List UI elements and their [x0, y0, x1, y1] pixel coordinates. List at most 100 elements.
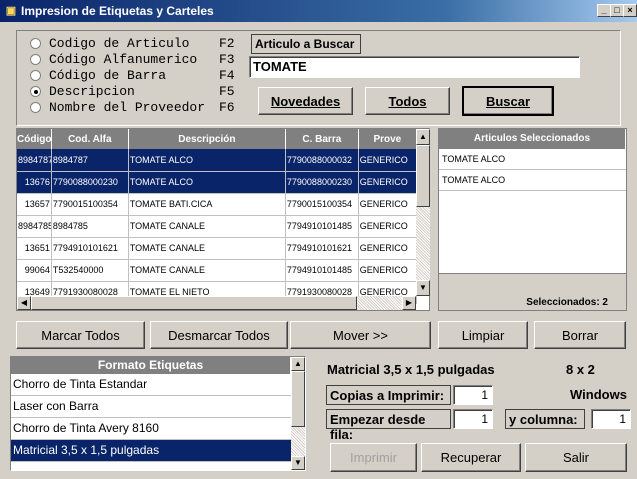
format-item[interactable]: Chorro de Tinta Avery 8160	[11, 418, 291, 440]
table-cell: TOMATE ALCO	[128, 171, 286, 194]
column-header[interactable]: C. Barra	[285, 129, 359, 149]
selected-list[interactable]: TOMATE ALCO TOMATE ALCO	[439, 149, 626, 274]
table-cell: 8984787	[17, 149, 52, 172]
selected-articles-panel: Articulos Seleccionados TOMATE ALCO TOMAT…	[438, 128, 627, 311]
search-option-3[interactable]: Descripcion F5	[30, 83, 235, 99]
radio-button-icon[interactable]	[30, 85, 41, 97]
selected-header: Articulos Seleccionados	[439, 129, 626, 149]
search-option-key: F3	[219, 51, 235, 67]
table-cell: GENERICO	[358, 237, 418, 260]
table-cell: 8984785	[17, 215, 52, 238]
start-row-input[interactable]: 1	[453, 409, 493, 429]
format-header: Formato Etiquetas	[11, 357, 291, 374]
search-option-2[interactable]: Código de Barra F4	[30, 67, 235, 83]
results-table: Código Cod. Alfa Descripción C. Barra Prove …	[17, 129, 418, 304]
scroll-up-icon[interactable]: ▲	[416, 129, 430, 145]
table-cell: 7790088000032	[285, 149, 359, 172]
radio-button-icon[interactable]	[30, 101, 41, 113]
start-column-input[interactable]: 1	[591, 409, 631, 429]
scroll-right-icon[interactable]: ▶	[402, 296, 416, 310]
column-header[interactable]: Prove	[358, 129, 418, 149]
search-option-key: F2	[219, 35, 235, 51]
marcar-todos-button[interactable]: Marcar Todos	[16, 321, 145, 349]
table-row[interactable]: 13651 7794910101621 TOMATE CANALE 779491010…	[17, 237, 418, 260]
radio-button-icon[interactable]	[30, 69, 41, 81]
results-grid[interactable]: Código Cod. Alfa Descripción C. Barra Prove …	[16, 128, 430, 311]
column-header[interactable]: Descripción	[128, 129, 286, 149]
search-field-label: Articulo a Buscar	[251, 34, 361, 54]
table-cell: 7794910101485	[285, 259, 359, 282]
column-header[interactable]: Cod. Alfa	[51, 129, 129, 149]
table-cell: 7790015100354	[285, 193, 359, 216]
table-cell: 7794910101621	[285, 237, 359, 260]
table-cell: 13657	[17, 193, 52, 216]
search-option-label: Código de Barra	[49, 67, 167, 83]
copies-input[interactable]: 1	[453, 385, 493, 405]
radio-button-icon[interactable]	[30, 37, 41, 49]
salir-button[interactable]: Salir	[525, 443, 627, 472]
table-row[interactable]: 13676 7790088000230 TOMATE ALCO 77900880002…	[17, 171, 418, 194]
scroll-thumb[interactable]	[416, 145, 430, 207]
search-option-key: F5	[219, 83, 235, 99]
label-dimensions: 8 x 2	[566, 362, 595, 377]
search-option-4[interactable]: Nombre del Proveedor F6	[30, 100, 235, 115]
table-cell: 99064	[17, 259, 52, 282]
column-header[interactable]: Código	[17, 129, 52, 149]
list-item[interactable]: TOMATE ALCO	[439, 170, 626, 191]
search-option-label: Descripcion	[49, 83, 135, 99]
imprimir-button[interactable]: Imprimir	[330, 443, 417, 472]
table-cell: TOMATE ALCO	[128, 149, 286, 172]
selected-count: Seleccionados: 2	[526, 297, 608, 308]
search-option-label: Código Alfanumerico	[49, 51, 198, 67]
search-option-0[interactable]: Codigo de Articulo F2	[30, 35, 235, 51]
format-item[interactable]: Matricial 3,5 x 1,5 pulgadas	[11, 440, 291, 462]
close-button[interactable]: ×	[623, 4, 637, 17]
format-list[interactable]: Formato Etiquetas Chorro de Tinta Estand…	[10, 356, 306, 471]
h-scroll-thumb[interactable]	[31, 296, 357, 310]
search-input[interactable]: TOMATE	[249, 56, 580, 78]
table-cell: 7790088000230	[51, 171, 129, 194]
table-cell: 8984785	[51, 215, 129, 238]
table-cell: GENERICO	[358, 193, 418, 216]
format-scroll-down-icon[interactable]: ▼	[291, 456, 305, 470]
table-cell: TOMATE BATI.CICA	[128, 193, 286, 216]
radio-button-icon[interactable]	[30, 53, 41, 65]
novedades-button[interactable]: Novedades	[258, 87, 353, 115]
maximize-button[interactable]: □	[610, 4, 624, 17]
format-scroll-thumb[interactable]	[291, 371, 305, 427]
table-cell: 13651	[17, 237, 52, 260]
todos-button[interactable]: Todos	[365, 87, 450, 115]
format-item[interactable]: Chorro de Tinta Estandar	[11, 374, 291, 396]
desmarcar-todos-button[interactable]: Desmarcar Todos	[150, 321, 288, 349]
format-scroll-up-icon[interactable]: ▲	[291, 357, 305, 371]
limpiar-button[interactable]: Limpiar	[438, 321, 528, 349]
list-item[interactable]: TOMATE ALCO	[439, 149, 626, 170]
table-cell: GENERICO	[358, 149, 418, 172]
format-item[interactable]: Laser con Barra	[11, 396, 291, 418]
table-cell: T532540000	[51, 259, 129, 282]
search-option-key: F4	[219, 67, 235, 83]
search-option-1[interactable]: Código Alfanumerico F3	[30, 51, 235, 67]
os-label: Windows	[570, 387, 627, 402]
table-row[interactable]: 8984787 8984787 TOMATE ALCO 7790088000032 GE…	[17, 149, 418, 172]
buscar-button[interactable]: Buscar	[462, 86, 554, 116]
table-row[interactable]: 8984785 8984785 TOMATE CANALE 7794910101485…	[17, 215, 418, 238]
table-row[interactable]: 99064 T532540000 TOMATE CANALE 779491010148…	[17, 259, 418, 282]
borrar-button[interactable]: Borrar	[534, 321, 626, 349]
scroll-left-icon[interactable]: ◀	[17, 296, 31, 310]
recuperar-button[interactable]: Recuperar	[421, 443, 521, 472]
main-window: ▣ Impresion de Etiquetas y Carteles _ □ …	[0, 0, 637, 479]
search-option-label: Codigo de Articulo	[49, 35, 190, 51]
table-row[interactable]: 13657 7790015100354 TOMATE BATI.CICA 779001…	[17, 193, 418, 216]
title-bar[interactable]: ▣ Impresion de Etiquetas y Carteles _ □ …	[0, 0, 637, 22]
table-cell: 13676	[17, 171, 52, 194]
scroll-down-icon[interactable]: ▼	[416, 280, 430, 296]
start-column-label: y columna:	[505, 409, 585, 429]
start-row-label: Empezar desde fila:	[326, 409, 451, 442]
minimize-button[interactable]: _	[597, 4, 611, 17]
table-cell: GENERICO	[358, 259, 418, 282]
table-cell: 7790015100354	[51, 193, 129, 216]
mover-button[interactable]: Mover >>	[290, 321, 431, 349]
app-icon: ▣	[5, 5, 17, 17]
format-name-label: Matricial 3,5 x 1,5 pulgadas	[327, 362, 495, 377]
